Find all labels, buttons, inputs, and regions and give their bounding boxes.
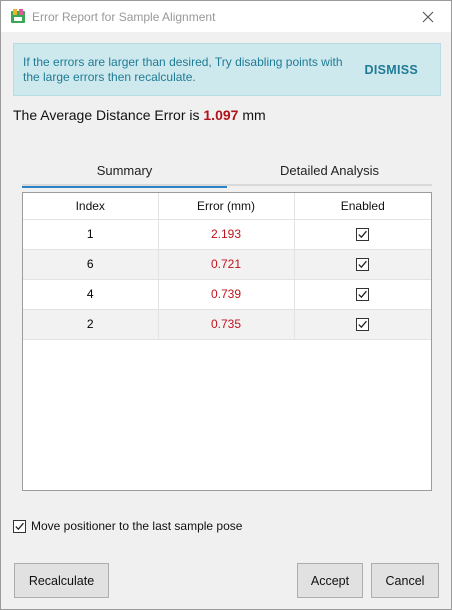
tab-summary[interactable]: Summary <box>22 154 227 188</box>
table-row[interactable]: 6 0.721 <box>23 249 431 280</box>
cell-error: 0.739 <box>158 279 295 310</box>
cell-enabled <box>294 219 431 250</box>
cell-enabled <box>294 249 431 280</box>
cell-enabled <box>294 279 431 310</box>
window-title: Error Report for Sample Alignment <box>32 10 216 24</box>
cell-error: 0.735 <box>158 309 295 340</box>
average-error-prefix: The Average Distance Error is <box>13 107 200 123</box>
cell-enabled <box>294 309 431 340</box>
table-header-row: Index Error (mm) Enabled <box>23 193 431 220</box>
cell-index: 2 <box>23 309 159 340</box>
accept-button[interactable]: Accept <box>297 563 363 598</box>
move-positioner-label: Move positioner to the last sample pose <box>31 519 243 533</box>
close-icon <box>422 11 434 22</box>
average-error-text: The Average Distance Error is 1.097 mm <box>13 107 266 123</box>
error-table: Index Error (mm) Enabled 1 2.193 6 0.721 <box>22 192 432 491</box>
enabled-checkbox[interactable] <box>356 288 370 302</box>
checkmark-icon <box>358 320 368 329</box>
checkmark-icon <box>15 522 24 530</box>
tab-bar: Summary Detailed Analysis <box>22 154 432 188</box>
checkmark-icon <box>358 290 368 299</box>
move-positioner-checkbox[interactable] <box>13 519 26 533</box>
table-row[interactable]: 1 2.193 <box>23 219 431 250</box>
table-row[interactable]: 4 0.739 <box>23 279 431 310</box>
close-button[interactable] <box>405 1 451 32</box>
error-report-dialog: Error Report for Sample Alignment If the… <box>0 0 452 610</box>
title-bar: Error Report for Sample Alignment <box>1 1 451 32</box>
cell-index: 1 <box>23 219 159 250</box>
average-error-unit: mm <box>242 107 266 123</box>
enabled-checkbox[interactable] <box>356 228 370 242</box>
dismiss-button[interactable]: DISMISS <box>365 63 419 77</box>
enabled-checkbox[interactable] <box>356 318 370 332</box>
enabled-checkbox[interactable] <box>356 258 370 272</box>
cancel-button[interactable]: Cancel <box>371 563 439 598</box>
column-header-enabled[interactable]: Enabled <box>294 193 431 220</box>
cell-error: 0.721 <box>158 249 295 280</box>
app-icon <box>11 9 25 23</box>
checkmark-icon <box>358 260 368 269</box>
move-positioner-option[interactable]: Move positioner to the last sample pose <box>13 519 242 533</box>
column-header-index[interactable]: Index <box>23 193 159 220</box>
tab-detailed-analysis[interactable]: Detailed Analysis <box>227 154 432 186</box>
column-header-error[interactable]: Error (mm) <box>158 193 295 220</box>
table-row[interactable]: 2 0.735 <box>23 309 431 340</box>
cell-index: 6 <box>23 249 159 280</box>
cell-error: 2.193 <box>158 219 295 250</box>
checkmark-icon <box>358 230 368 239</box>
info-banner: If the errors are larger than desired, T… <box>13 43 441 96</box>
banner-message: If the errors are larger than desired, T… <box>23 55 343 84</box>
cell-index: 4 <box>23 279 159 310</box>
recalculate-button[interactable]: Recalculate <box>14 563 109 598</box>
average-error-value: 1.097 <box>203 107 239 123</box>
